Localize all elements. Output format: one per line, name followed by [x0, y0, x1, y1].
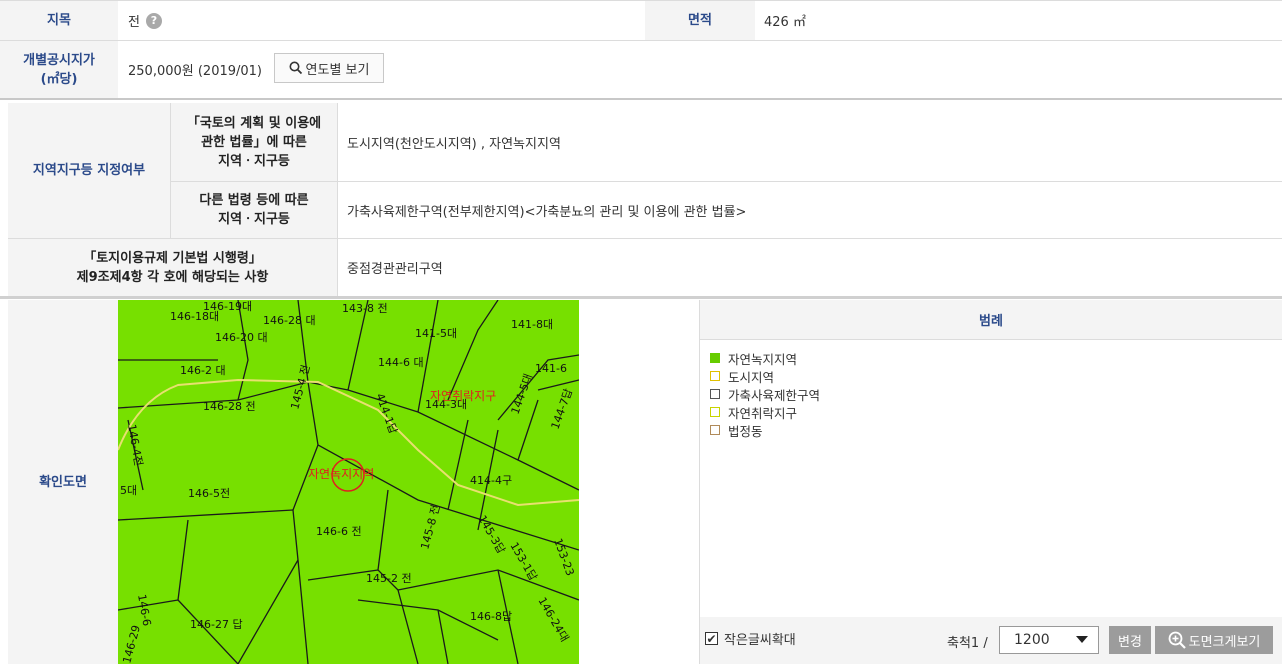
legend-item: 가축사육제한구역: [710, 385, 820, 403]
parcel-label: 141-6: [535, 362, 567, 375]
map-section-label: 확인도면: [8, 300, 118, 664]
enlarge-text-checkbox[interactable]: ✔: [705, 632, 718, 645]
legend-item: 자연취락지구: [710, 403, 797, 421]
zone-label-village: 자연취락지구: [430, 389, 496, 403]
search-icon: [289, 61, 302, 75]
parcel-label: 145-2 전: [366, 572, 412, 585]
decree-label: 「토지이용규제 기본법 시행령」 제9조제4항 각 호에 해당되는 사항: [8, 239, 337, 296]
enlarge-map-label: 도면크게보기: [1188, 634, 1261, 650]
legend-item: 법정동: [710, 421, 763, 439]
parcel-label: 143-8 전: [342, 302, 388, 315]
other-law-value: 가축사육제한구역(전부제한지역)<가축분뇨의 관리 및 이용에 관한 법률>: [347, 204, 747, 220]
decree-value: 중점경관관리구역: [347, 262, 443, 277]
legend-label: 도시지역: [728, 369, 775, 385]
parcel-label: 146-6 전: [316, 525, 362, 538]
parcel-label: 146-20 대: [215, 331, 268, 344]
legend-swatch: [710, 425, 720, 435]
legend-swatch: [710, 407, 720, 417]
parcel-label: 146-2 대: [180, 364, 226, 377]
category-text: 전: [128, 15, 140, 30]
cadastral-map[interactable]: 146-19대 146-18대 146-28 대 146-20 대 146-2 …: [118, 300, 579, 664]
legend-swatch: [710, 353, 720, 363]
price-value: 250,000원 (2019/01): [128, 64, 263, 79]
parcel-label: 414-4구: [470, 474, 512, 487]
legend-label: 자연녹지지역: [728, 351, 798, 367]
parcel-label: 146-28 전: [203, 400, 256, 413]
parcel-label: 146-5전: [188, 487, 230, 500]
legend-swatch: [710, 389, 720, 399]
year-view-label: 연도별 보기: [305, 62, 370, 78]
change-scale-button[interactable]: 변경: [1109, 626, 1151, 654]
national-law-value: 도시지역(천안도시지역) , 자연녹지지역: [347, 136, 561, 152]
enlarge-text-label: 작은글씨확대: [724, 633, 796, 648]
category-value: 전 ?: [128, 1, 162, 40]
parcel-label: 5대: [120, 484, 137, 497]
parcel-label: 144-6 대: [378, 356, 424, 369]
price-label: 개별공시지가 (㎡당): [0, 41, 118, 98]
change-scale-label: 변경: [1118, 634, 1142, 650]
scale-label: 축척1 /: [947, 636, 988, 651]
legend-label: 자연취락지구: [728, 405, 798, 421]
dropdown-arrow-icon: [1076, 636, 1088, 643]
question-icon[interactable]: ?: [145, 12, 162, 29]
other-law-label: 다른 법령 등에 따른 지역ㆍ지구등: [171, 182, 337, 238]
legend-item: 도시지역: [710, 367, 774, 385]
legend-label: 가축사육제한구역: [728, 387, 821, 403]
parcel-label: 146-18대: [170, 310, 219, 323]
legend-item: 자연녹지지역: [710, 349, 797, 367]
category-label: 지목: [0, 1, 118, 40]
enlarge-map-button[interactable]: 도면크게보기: [1155, 626, 1273, 654]
zoom-in-icon: [1168, 631, 1186, 649]
legend-label: 법정동: [728, 423, 763, 439]
parcel-label: 146-27 답: [190, 618, 243, 631]
parcel-label: 141-5대: [415, 327, 457, 340]
area-value: 426 ㎡: [764, 15, 806, 30]
zone-label-green: 자연녹지지역: [308, 467, 374, 481]
zoning-section-label: 지역지구등 지정여부: [8, 103, 170, 238]
scale-select[interactable]: 1200: [999, 626, 1099, 654]
enlarge-text-control[interactable]: ✔ 작은글씨확대: [705, 629, 796, 648]
area-label: 면적: [645, 1, 755, 40]
parcel-label: 146-8답: [470, 610, 512, 623]
scale-value: 1200: [1014, 632, 1050, 648]
parcel-label: 146-28 대: [263, 314, 316, 327]
national-law-label: 「국토의 계획 및 이용에 관한 법률」에 따른 지역ㆍ지구등: [171, 103, 337, 181]
legend-title: 범례: [700, 300, 1282, 340]
parcel-label: 141-8대: [511, 318, 553, 331]
legend-swatch: [710, 371, 720, 381]
year-view-button[interactable]: 연도별 보기: [274, 53, 384, 83]
